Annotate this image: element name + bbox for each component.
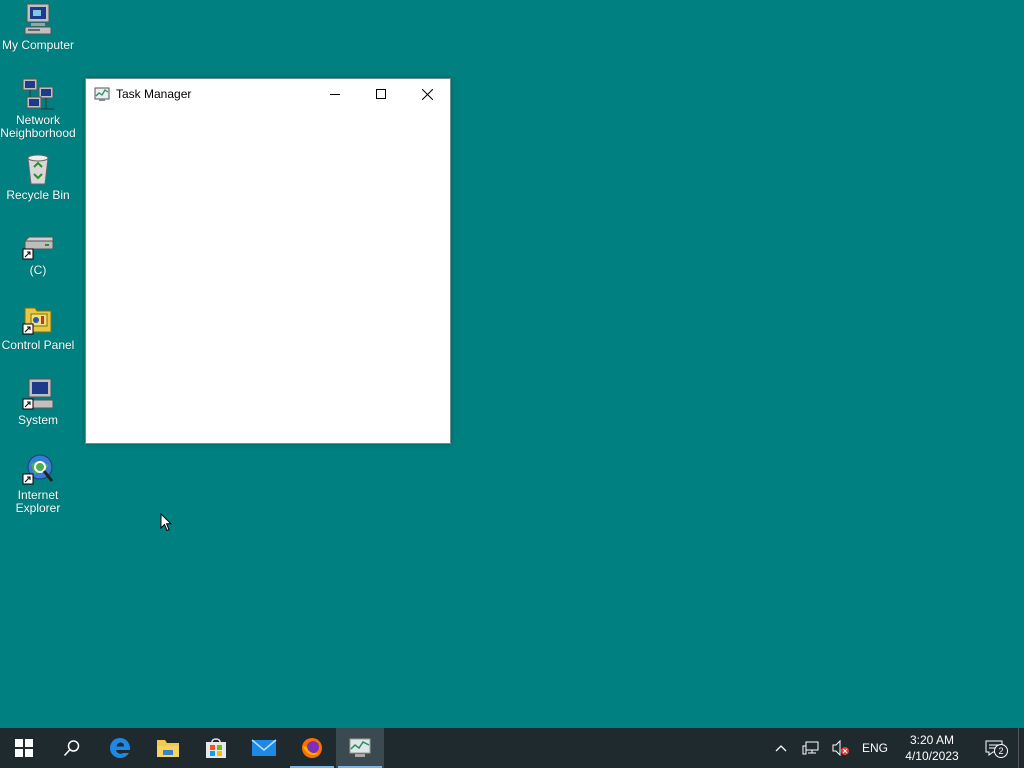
maximize-button[interactable] [358,79,404,109]
chevron-up-icon [775,745,787,752]
start-button[interactable] [0,728,48,768]
desktop-icon-label: Control Panel [1,338,75,352]
show-hidden-icons-button[interactable] [766,728,796,768]
system-icon [21,377,55,411]
desktop-icon-my-computer[interactable]: My Computer [0,2,76,52]
window-title-bar[interactable]: Task Manager [86,79,450,109]
taskbar-store-button[interactable] [192,728,240,768]
my-computer-icon [21,2,55,36]
minimize-icon [330,94,340,95]
show-desktop-button[interactable] [1018,728,1024,768]
window-title: Task Manager [116,87,192,101]
windows-logo-icon [15,739,33,757]
notification-count-badge: 2 [994,744,1008,758]
desktop-icon-recycle-bin[interactable]: Recycle Bin [0,152,76,202]
desktop-icon-label: Network Neighborhood [0,113,76,140]
desktop-icon-drive-c[interactable]: (C) [0,227,76,277]
store-icon [206,738,226,758]
recycle-bin-icon [21,152,55,186]
close-icon [421,88,433,100]
taskbar-mail-button[interactable] [240,728,288,768]
desktop-icon-internet-explorer[interactable]: Internet Explorer [0,452,76,515]
action-center-button[interactable]: 2 [970,728,1018,768]
system-tray: ENG 3:20 AM 4/10/2023 2 [766,728,1024,768]
desktop: My Computer Network Neighborhood Recycle… [0,0,1024,728]
firefox-icon [302,738,322,758]
minimize-button[interactable] [312,79,358,109]
mouse-cursor-icon [160,513,172,532]
taskbar-file-explorer-button[interactable] [144,728,192,768]
folder-icon [157,740,179,757]
desktop-icon-network-neighborhood[interactable]: Network Neighborhood [0,77,76,140]
volume-button[interactable] [826,728,856,768]
network-status-button[interactable] [796,728,826,768]
task-manager-icon [349,738,371,757]
control-panel-icon [21,302,55,336]
language-indicator[interactable]: ENG [856,728,894,768]
task-manager-window[interactable]: Task Manager [85,78,451,444]
taskbar-firefox-button[interactable] [288,728,336,768]
window-content-area [86,109,450,443]
close-button[interactable] [404,79,450,109]
desktop-icon-control-panel[interactable]: Control Panel [0,302,76,352]
internet-explorer-icon [21,452,55,486]
taskbar-edge-button[interactable] [96,728,144,768]
desktop-icon-label: System [17,413,58,427]
network-neighborhood-icon [21,77,55,111]
taskbar: ENG 3:20 AM 4/10/2023 2 [0,728,1024,768]
volume-muted-icon [832,740,849,756]
desktop-icon-label: Recycle Bin [6,188,70,202]
desktop-icon-system[interactable]: System [0,377,76,427]
desktop-icon-label: Internet Explorer [15,488,61,515]
drive-shortcut-icon [21,227,55,261]
clock-date: 4/10/2023 [905,749,959,763]
edge-icon [110,738,131,758]
task-manager-app-icon [94,86,110,102]
mail-icon [251,739,277,756]
network-icon [802,741,819,755]
desktop-icon-label: (C) [29,263,47,277]
taskbar-task-manager-button[interactable] [336,728,384,768]
search-button[interactable] [48,728,96,768]
clock-time: 3:20 AM [909,733,955,747]
desktop-icon-label: My Computer [1,38,75,52]
search-icon [63,740,80,757]
maximize-icon [376,89,386,99]
clock[interactable]: 3:20 AM 4/10/2023 [894,728,970,768]
